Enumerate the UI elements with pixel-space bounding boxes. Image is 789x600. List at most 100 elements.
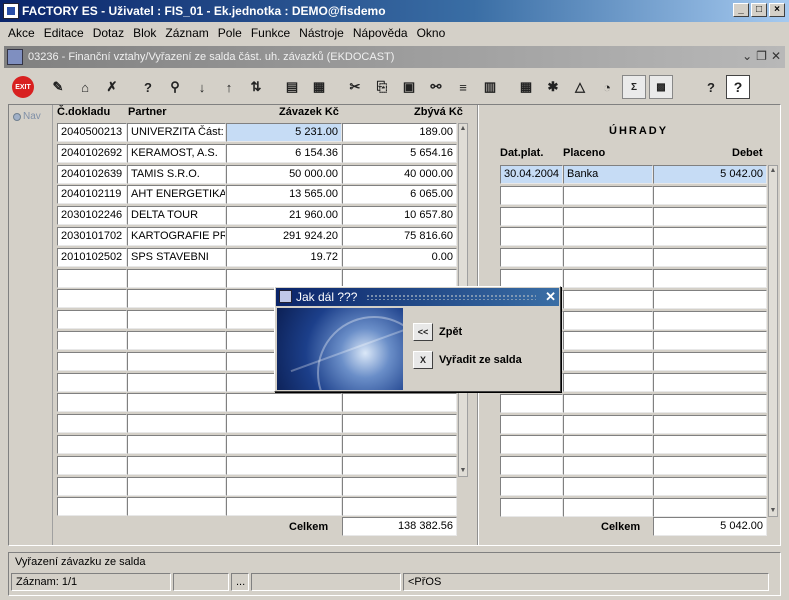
- cell-doc[interactable]: [57, 268, 127, 288]
- menu-dotaz[interactable]: Dotaz: [89, 24, 129, 44]
- cell-partner[interactable]: [127, 476, 226, 496]
- scroll-up-icon[interactable]: ▲: [459, 124, 467, 134]
- cell-partner[interactable]: [127, 414, 226, 434]
- menu-akce[interactable]: Akce: [4, 24, 40, 44]
- cell-placeno[interactable]: [563, 456, 653, 476]
- cell-doc[interactable]: 2040102119: [57, 185, 127, 205]
- cell-date[interactable]: [500, 477, 563, 496]
- cell-zbyva[interactable]: [342, 414, 457, 434]
- query-icon[interactable]: ?: [136, 75, 160, 99]
- cell-date[interactable]: [500, 497, 563, 517]
- indent-icon[interactable]: ≡: [451, 75, 475, 99]
- sort-descending-icon[interactable]: ↑: [217, 75, 241, 99]
- cell-doc[interactable]: 2030102246: [57, 206, 127, 226]
- cell-zbyva[interactable]: [342, 268, 457, 288]
- right-scrollbar[interactable]: ▲ ▼: [768, 165, 778, 517]
- cell-partner[interactable]: KARTOGRAFIE PRA: [127, 227, 226, 246]
- menu-napoveda[interactable]: Nápověda: [349, 24, 413, 44]
- cell-zbyva[interactable]: 189.00: [342, 123, 457, 142]
- clock-icon[interactable]: ◔: [595, 75, 619, 99]
- cell-debet[interactable]: [653, 269, 767, 288]
- cell-placeno[interactable]: [563, 227, 653, 247]
- sum-icon[interactable]: Σ: [622, 75, 646, 99]
- cell-debet[interactable]: [653, 331, 767, 351]
- cell-partner[interactable]: [127, 497, 226, 517]
- cell-partner[interactable]: [127, 268, 226, 288]
- cell-placeno[interactable]: [563, 289, 653, 309]
- cell-partner[interactable]: [127, 310, 226, 330]
- cell-partner[interactable]: [127, 435, 226, 454]
- cell-doc[interactable]: [57, 435, 127, 454]
- cell-doc[interactable]: [57, 497, 127, 517]
- cell-doc[interactable]: [57, 310, 127, 330]
- cell-placeno[interactable]: [563, 352, 653, 372]
- menu-okno[interactable]: Okno: [413, 24, 451, 44]
- copy-icon[interactable]: ⎘: [370, 75, 394, 99]
- cell-placeno[interactable]: [563, 248, 653, 268]
- settings-icon[interactable]: ✱: [541, 75, 565, 99]
- form-minimize-icon[interactable]: ⌄: [742, 49, 752, 63]
- cell-doc[interactable]: [57, 331, 127, 350]
- remove-icon[interactable]: X: [413, 351, 433, 369]
- cell-date[interactable]: [500, 414, 563, 434]
- cell-date[interactable]: 30.04.2004: [500, 165, 563, 184]
- menu-zaznam[interactable]: Záznam: [161, 24, 213, 44]
- cell-debet[interactable]: [653, 185, 767, 205]
- cell-debet[interactable]: [653, 414, 767, 434]
- insert-record-icon[interactable]: ✎: [46, 75, 70, 99]
- execute-query-icon[interactable]: ⚲: [163, 75, 187, 99]
- cell-doc[interactable]: 2040102639: [57, 164, 127, 184]
- cell-zbyva[interactable]: 0.00: [342, 247, 457, 267]
- cell-doc[interactable]: [57, 351, 127, 371]
- cell-placeno[interactable]: [563, 206, 653, 226]
- cell-debet[interactable]: [653, 352, 767, 372]
- cell-debet[interactable]: [653, 393, 767, 413]
- dialog-close-icon[interactable]: ✕: [545, 289, 556, 305]
- cell-zbyva[interactable]: [342, 435, 457, 454]
- cell-placeno[interactable]: [563, 331, 653, 351]
- cell-zavazek[interactable]: 50 000.00: [226, 164, 342, 184]
- cell-debet[interactable]: 5 042.00: [653, 165, 767, 184]
- cell-debet[interactable]: [653, 456, 767, 476]
- cell-zavazek[interactable]: 19.72: [226, 247, 342, 267]
- cell-doc[interactable]: [57, 372, 127, 392]
- cell-zavazek[interactable]: 291 924.20: [226, 227, 342, 246]
- cell-debet[interactable]: [653, 477, 767, 496]
- cell-zbyva[interactable]: 6 065.00: [342, 185, 457, 205]
- cell-partner[interactable]: [127, 393, 226, 413]
- cell-zavazek[interactable]: [226, 393, 342, 413]
- cell-placeno[interactable]: [563, 373, 653, 392]
- paste-icon[interactable]: ▣: [397, 75, 421, 99]
- menu-pole[interactable]: Pole: [214, 24, 247, 44]
- cell-placeno[interactable]: [563, 414, 653, 434]
- cell-doc[interactable]: [57, 476, 127, 496]
- menu-blok[interactable]: Blok: [129, 24, 161, 44]
- cell-doc[interactable]: [57, 414, 127, 434]
- cell-partner[interactable]: DELTA TOUR: [127, 206, 226, 226]
- cell-debet[interactable]: [653, 289, 767, 309]
- cell-partner[interactable]: AHT ENERGETIKA S: [127, 185, 226, 205]
- form-close-icon[interactable]: ✕: [771, 49, 781, 63]
- menu-editace[interactable]: Editace: [40, 24, 89, 44]
- cell-partner[interactable]: [127, 455, 226, 475]
- cell-zbyva[interactable]: [342, 476, 457, 496]
- cell-zbyva[interactable]: 40 000.00: [342, 164, 457, 184]
- cell-date[interactable]: [500, 456, 563, 476]
- cell-debet[interactable]: [653, 435, 767, 455]
- cell-zbyva[interactable]: 10 657.80: [342, 206, 457, 226]
- cell-zbyva[interactable]: [342, 393, 457, 413]
- cell-zavazek[interactable]: [226, 497, 342, 517]
- warning-icon[interactable]: △: [568, 75, 592, 99]
- cell-date[interactable]: [500, 206, 563, 226]
- close-button[interactable]: ×: [769, 3, 785, 17]
- cell-zavazek[interactable]: 5 231.00: [226, 123, 342, 142]
- sort-multi-icon[interactable]: ⇅: [244, 75, 268, 99]
- maximize-button[interactable]: □: [751, 3, 767, 17]
- cell-doc[interactable]: 2040500213: [57, 123, 127, 142]
- cell-date[interactable]: [500, 185, 563, 205]
- cell-partner[interactable]: TAMIS S.R.O.: [127, 164, 226, 184]
- cell-zavazek[interactable]: 6 154.36: [226, 143, 342, 163]
- cell-placeno[interactable]: [563, 185, 653, 205]
- cell-partner[interactable]: [127, 351, 226, 371]
- cell-placeno[interactable]: [563, 497, 653, 517]
